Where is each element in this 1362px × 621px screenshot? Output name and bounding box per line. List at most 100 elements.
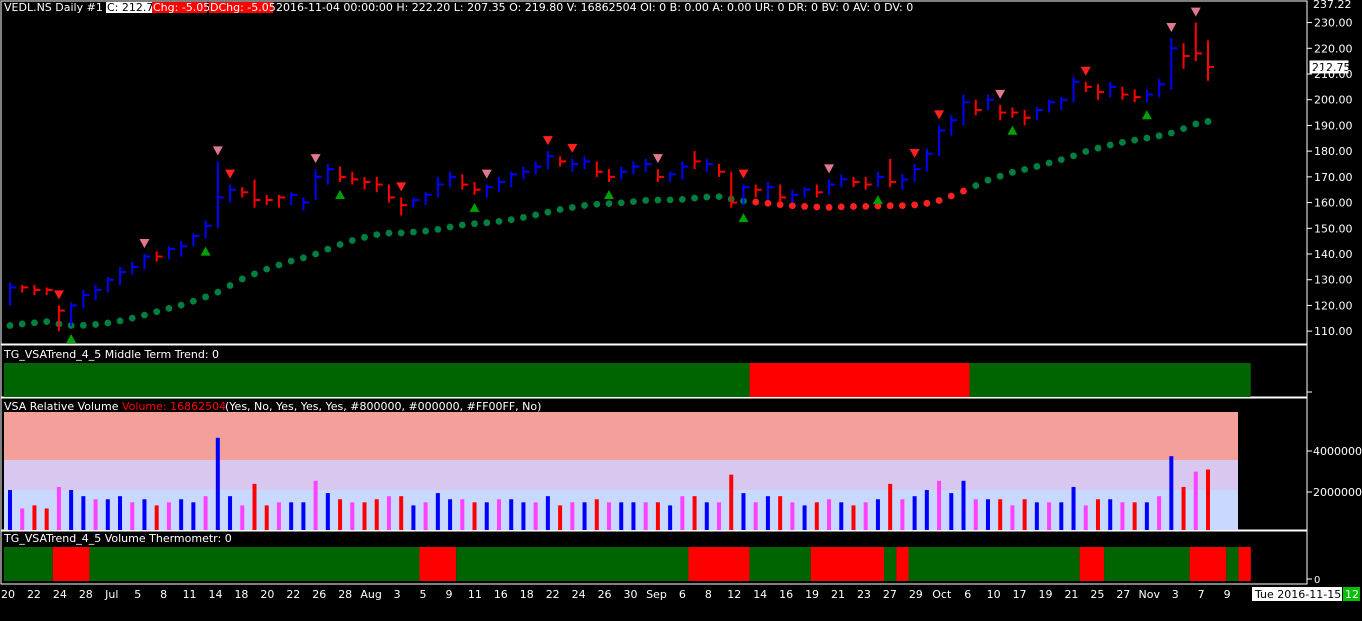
- trend-dot: [324, 245, 332, 253]
- volume-bar: [888, 483, 893, 530]
- volume-bar: [985, 499, 990, 530]
- volume-bar: [1169, 456, 1174, 530]
- volume-bar: [118, 496, 123, 530]
- price-tick-label: 220.00: [1314, 42, 1353, 55]
- volume-bar: [130, 502, 135, 530]
- volume-bar: [1157, 496, 1162, 530]
- volume-bar: [484, 502, 489, 530]
- volume-bar: [8, 490, 12, 530]
- trend-dot: [153, 308, 161, 316]
- time-tick-label: 29: [909, 588, 923, 601]
- time-tick-label: 3: [1172, 588, 1179, 601]
- volume-bar: [765, 496, 770, 530]
- time-tick-label: 3: [394, 588, 401, 601]
- volume-bar: [81, 496, 86, 530]
- trend-segment: [908, 547, 1080, 581]
- trend-dot: [1119, 138, 1126, 146]
- volume-bar: [973, 499, 978, 530]
- trend-segment: [810, 547, 885, 581]
- time-tick-label: 27: [1116, 588, 1130, 601]
- time-tick-label: 14: [209, 588, 223, 601]
- volume-bar: [594, 499, 599, 530]
- volume-bar: [264, 505, 269, 530]
- trend-dot: [862, 202, 870, 210]
- symbol-label: VEDL.NS Daily #1: [4, 1, 103, 14]
- trend-dot: [385, 229, 393, 237]
- trend-dot: [691, 194, 698, 202]
- volume-bar: [619, 502, 624, 530]
- time-tick-label: 16: [494, 588, 508, 601]
- middle-trend-bands: [3, 363, 1251, 397]
- trend-segment: [1079, 547, 1105, 581]
- time-tick-label: 21: [831, 588, 845, 601]
- trend-dot: [581, 202, 588, 209]
- volume-bar: [533, 502, 538, 530]
- trend-dot: [825, 203, 833, 211]
- time-tick-label: Oct: [932, 588, 952, 601]
- trend-dot: [837, 203, 845, 211]
- dchg-field: DChg: -5.05: [210, 1, 276, 14]
- price-panel[interactable]: [0, 0, 1308, 345]
- volume-bar: [717, 502, 722, 530]
- time-tick-label: 7: [1198, 588, 1205, 601]
- time-tick-label: 24: [53, 588, 67, 601]
- trend-dot: [850, 203, 857, 210]
- trend-dot: [1167, 129, 1175, 137]
- time-tick-label: 26: [598, 588, 612, 601]
- volume-bar: [753, 502, 758, 530]
- volume-bar: [338, 499, 343, 530]
- trend-segment: [89, 547, 420, 581]
- time-tick-label: 10: [987, 588, 1001, 601]
- trend-dot: [1045, 159, 1053, 167]
- chart-canvas[interactable]: VEDL.NS Daily #1 C: 212.75 Chg: -5.05 DC…: [0, 0, 1362, 621]
- trend-dot: [165, 304, 173, 312]
- time-tick-label: 27: [883, 588, 897, 601]
- trend-dot: [43, 318, 51, 326]
- time-tick-label: 8: [160, 588, 167, 601]
- trend-dot: [801, 203, 808, 210]
- time-tick-label: 22: [27, 588, 41, 601]
- volume-bar: [423, 502, 428, 530]
- volume-bar: [937, 480, 942, 530]
- time-tick-label: 20: [260, 588, 274, 601]
- time-tick-label: 18: [520, 588, 534, 601]
- price-tick-label: 200.00: [1314, 94, 1353, 107]
- volume-bar: [166, 502, 171, 530]
- time-tick-label: 21: [1064, 588, 1078, 601]
- volume-bar: [643, 502, 648, 530]
- ohlc-readout: 2016-11-04 00:00:00 H: 222.20 L: 207.35 …: [276, 1, 913, 14]
- trend-dot: [397, 229, 405, 237]
- trend-dot: [1082, 148, 1090, 155]
- volume-bar: [435, 493, 440, 530]
- trend-segment: [884, 547, 897, 581]
- volume-panel-title: VSA Relative Volume: [4, 400, 119, 413]
- time-tick-label: 28: [79, 588, 93, 601]
- volume-bar: [704, 502, 709, 530]
- volume-bar: [44, 508, 49, 530]
- volume-bar: [1034, 502, 1039, 530]
- volume-bar: [228, 496, 233, 530]
- volume-bar: [289, 502, 294, 530]
- volume-bar: [863, 502, 868, 530]
- volume-bar: [203, 496, 208, 530]
- volume-bar: [961, 480, 966, 530]
- trend-dot: [177, 301, 185, 309]
- time-tick-label: 28: [338, 588, 352, 601]
- trend-dot: [605, 200, 613, 208]
- volume-bar: [851, 505, 856, 530]
- trend-dot: [911, 201, 919, 209]
- time-tick-label: 11: [183, 588, 197, 601]
- volume-bar: [496, 499, 501, 530]
- time-tick-label: 6: [679, 588, 686, 601]
- trend-dot: [116, 317, 124, 325]
- trend-segment: [1104, 547, 1190, 581]
- time-tick-label: 23: [857, 588, 871, 601]
- trend-dot: [1070, 152, 1077, 160]
- volume-bar: [1132, 502, 1137, 530]
- trend-dot: [642, 196, 650, 204]
- price-tick-label: 170.00: [1314, 171, 1353, 184]
- volume-bar: [1120, 502, 1125, 530]
- trend-segment: [3, 363, 750, 397]
- volume-bar: [912, 496, 917, 530]
- volume-bar: [998, 499, 1003, 530]
